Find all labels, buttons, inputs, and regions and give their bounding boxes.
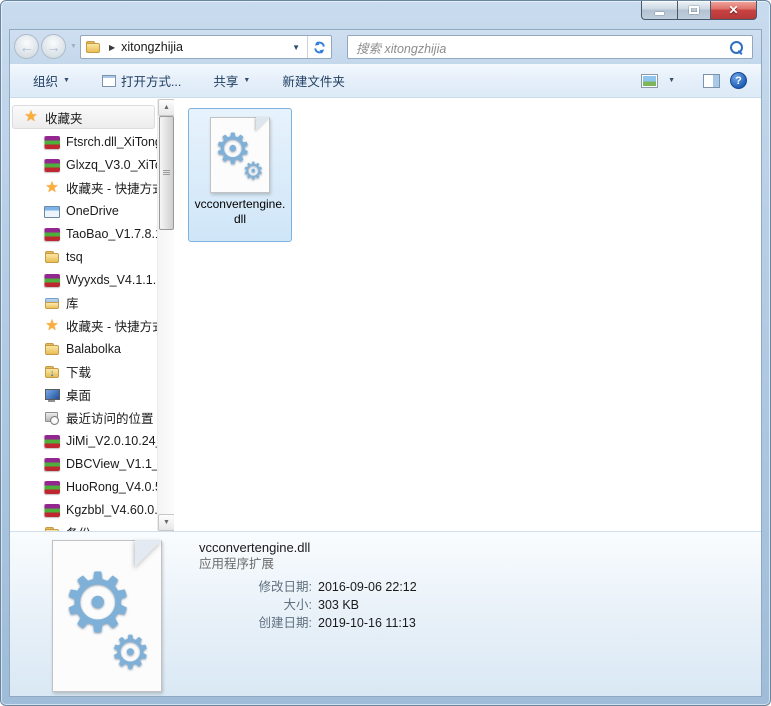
window-controls: ✕ <box>641 1 757 21</box>
file-item-selected[interactable]: ⚙ ⚙ vcconvertengine.dll <box>188 108 292 242</box>
sidebar-item[interactable]: TaoBao_V1.7.8.1 <box>10 222 157 245</box>
minimize-button[interactable] <box>641 1 677 20</box>
command-toolbar: 组织 ▼ 打开方式... 共享 ▼ 新建文件夹 ▼ <box>10 64 761 98</box>
library-icon <box>44 295 60 311</box>
sidebar-item-recent-places[interactable]: 最近访问的位置 <box>10 406 157 429</box>
open-with-button[interactable]: 打开方式... <box>93 66 190 95</box>
details-filetype: 应用程序扩展 <box>199 556 417 573</box>
close-icon: ✕ <box>728 1 738 19</box>
file-name-label: vcconvertengine.dll <box>192 197 288 227</box>
search-box[interactable]: 搜索 xitongzhijia <box>347 35 753 59</box>
sidebar-item[interactable]: 收藏夹 - 快捷方式 <box>10 314 157 337</box>
address-history-dropdown-icon[interactable]: ▼ <box>285 43 307 52</box>
maximize-button[interactable] <box>677 1 711 20</box>
folder-icon <box>44 341 60 357</box>
navigation-bar: ← → ▼ ▶ xitongzhijia ▼ 搜索 xitongzh <box>10 30 761 64</box>
scroll-up-button[interactable]: ▲ <box>158 99 175 116</box>
rar-archive-icon <box>44 228 60 241</box>
maximize-icon <box>689 6 699 14</box>
rar-archive-icon <box>44 481 60 494</box>
sidebar-item[interactable]: HuoRong_V4.0.5 <box>10 475 157 498</box>
sidebar-item[interactable]: JiMi_V2.0.10.24_ <box>10 429 157 452</box>
content-area: 收藏夹 Ftsrch.dll_XiTong Glxzq_V3.0_XiTo 收藏… <box>10 99 761 531</box>
scrollbar-thumb[interactable] <box>159 116 174 230</box>
desktop-icon <box>44 387 60 403</box>
address-bar[interactable]: ▶ xitongzhijia ▼ <box>80 35 332 59</box>
rar-archive-icon <box>44 504 60 517</box>
details-field-size: 大小: 303 KB <box>199 596 417 614</box>
breadcrumb-arrow-icon[interactable]: ▶ <box>109 43 115 52</box>
search-placeholder: 搜索 xitongzhijia <box>356 38 446 57</box>
folder-icon <box>44 249 60 265</box>
recent-places-icon <box>44 410 60 426</box>
sidebar-item[interactable]: 备份 <box>10 521 157 531</box>
rar-archive-icon <box>44 159 60 172</box>
refresh-button[interactable] <box>307 36 331 58</box>
sidebar-item[interactable]: Glxzq_V3.0_XiTo <box>10 153 157 176</box>
sidebar-item-libraries[interactable]: 库 <box>10 291 157 314</box>
rar-archive-icon <box>44 458 60 471</box>
sidebar-item[interactable]: Kgzbbl_V4.60.0. <box>10 498 157 521</box>
change-view-dropdown-icon[interactable]: ▼ <box>668 77 675 84</box>
minimize-icon <box>655 12 664 15</box>
forward-button[interactable]: → <box>41 34 66 59</box>
back-button[interactable]: ← <box>14 34 39 59</box>
share-button[interactable]: 共享 ▼ <box>204 66 259 95</box>
sidebar-item-desktop[interactable]: 桌面 <box>10 383 157 406</box>
change-view-icon[interactable] <box>641 74 658 88</box>
sidebar-item-favorites[interactable]: 收藏夹 <box>12 105 155 129</box>
open-with-icon <box>102 75 116 87</box>
star-icon <box>44 318 60 334</box>
rar-archive-icon <box>44 136 60 149</box>
rar-archive-icon <box>44 435 60 448</box>
chevron-down-icon: ▼ <box>243 77 250 84</box>
sidebar-item[interactable]: Balabolka <box>10 337 157 360</box>
explorer-window: ✕ ← → ▼ ▶ xitongzhijia ▼ <box>0 0 771 706</box>
new-folder-button[interactable]: 新建文件夹 <box>273 66 354 95</box>
onedrive-icon <box>44 206 60 218</box>
navigation-pane: 收藏夹 Ftsrch.dll_XiTong Glxzq_V3.0_XiTo 收藏… <box>10 99 157 531</box>
help-icon[interactable]: ? <box>730 72 747 89</box>
refresh-icon <box>312 40 327 55</box>
recent-pages-dropdown-icon[interactable]: ▼ <box>70 43 77 50</box>
client-area: ← → ▼ ▶ xitongzhijia ▼ 搜索 xitongzh <box>9 29 762 697</box>
star-icon <box>44 180 60 196</box>
file-list-pane[interactable]: ⚙ ⚙ vcconvertengine.dll <box>174 99 761 531</box>
sidebar-scrollbar[interactable]: ▲ ▼ <box>157 99 174 531</box>
download-folder-icon <box>44 364 60 380</box>
sidebar-item[interactable]: 收藏夹 - 快捷方式 <box>10 176 157 199</box>
preview-pane-icon[interactable] <box>703 74 720 88</box>
gear-icon: ⚙ <box>242 160 264 184</box>
sidebar-item[interactable]: Ftsrch.dll_XiTong <box>10 130 157 153</box>
chevron-down-icon: ▼ <box>63 77 70 84</box>
breadcrumb[interactable]: xitongzhijia <box>121 40 183 54</box>
dll-file-icon-large: ⚙ ⚙ <box>52 540 162 692</box>
details-field-modified: 修改日期: 2016-09-06 22:12 <box>199 578 417 596</box>
sidebar-item[interactable]: tsq <box>10 245 157 268</box>
sidebar-item[interactable]: DBCView_V1.1_X <box>10 452 157 475</box>
sidebar-item[interactable]: Wyyxds_V4.1.1.1 <box>10 268 157 291</box>
sidebar-item-onedrive[interactable]: OneDrive <box>10 199 157 222</box>
details-filename: vcconvertengine.dll <box>199 539 417 556</box>
rar-archive-icon <box>44 274 60 287</box>
sidebar-item-downloads[interactable]: 下载 <box>10 360 157 383</box>
details-pane: ⚙ ⚙ vcconvertengine.dll 应用程序扩展 修改日期: 201… <box>10 531 761 696</box>
scroll-down-button[interactable]: ▼ <box>158 514 175 531</box>
details-field-created: 创建日期: 2019-10-16 11:13 <box>199 614 417 632</box>
current-folder-icon <box>85 39 101 55</box>
organize-button[interactable]: 组织 ▼ <box>24 66 79 95</box>
dll-file-icon: ⚙ ⚙ <box>210 117 270 193</box>
close-button[interactable]: ✕ <box>711 1 757 20</box>
gear-icon: ⚙ <box>110 629 151 675</box>
star-icon <box>23 109 39 125</box>
search-icon <box>729 40 744 55</box>
